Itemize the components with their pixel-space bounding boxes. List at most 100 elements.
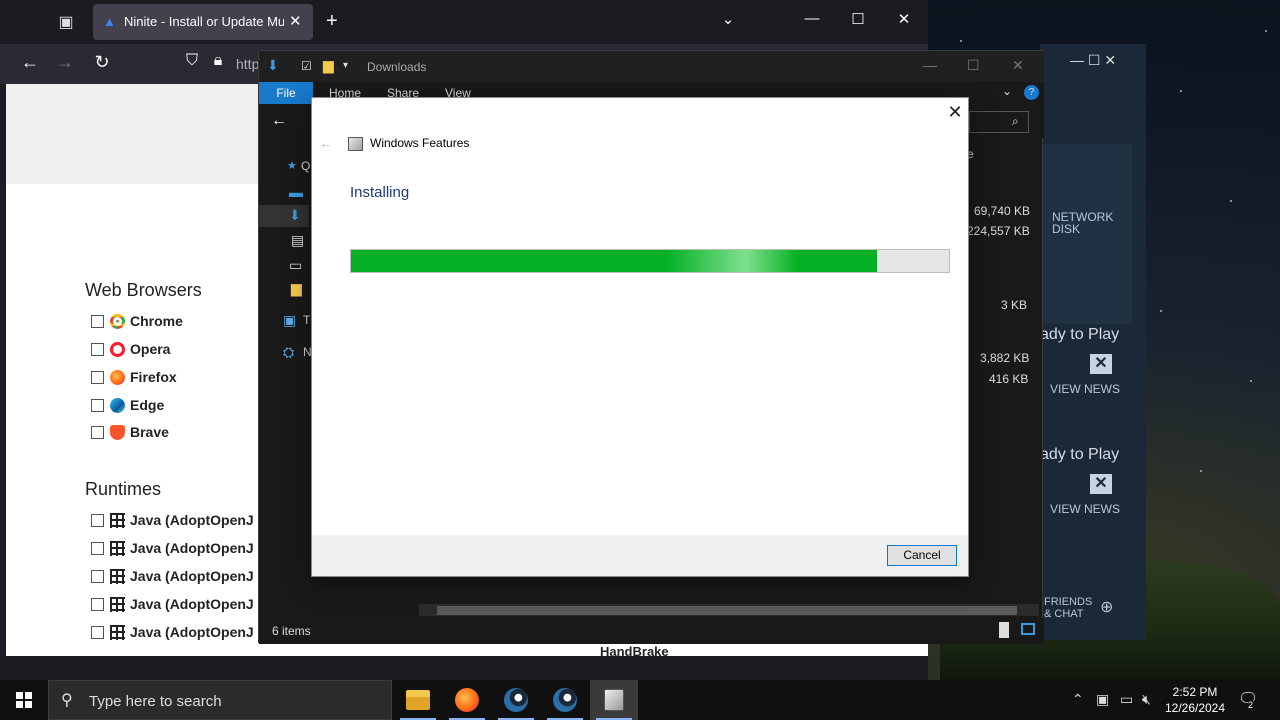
app-option-firefox[interactable]: Firefox: [91, 367, 261, 387]
tray-app-icon[interactable]: ▣: [1096, 691, 1109, 708]
checkbox[interactable]: [91, 569, 104, 583]
maximize-button[interactable]: ☐: [846, 10, 870, 28]
add-friend-icon[interactable]: ⊕: [1100, 597, 1113, 617]
taskbar-windows-features[interactable]: [590, 680, 638, 720]
steam-view-news-link[interactable]: VIEW NEWS: [1050, 382, 1120, 396]
download-arrow-icon: ⬇: [267, 57, 279, 73]
steam-friends-label[interactable]: FRIENDS: [1044, 596, 1092, 608]
checkbox[interactable]: [91, 314, 104, 328]
sidebar-this-pc[interactable]: T: [303, 313, 310, 327]
show-hidden-icons-icon[interactable]: ⌃: [1072, 691, 1084, 708]
taskbar-firefox[interactable]: [443, 680, 491, 720]
taskbar-search-input[interactable]: ⚲ Type here to search: [48, 680, 392, 720]
tab-bar: ▣ ▲ Ninite - Install or Update Multip ✕ …: [0, 0, 928, 44]
tab-overflow-icon[interactable]: ⌄: [716, 10, 740, 28]
steam-window-controls[interactable]: — ☐ ✕: [1070, 52, 1116, 69]
clock-time: 2:52 PM: [1172, 685, 1218, 699]
app-option-handbrake[interactable]: HandBrake: [600, 644, 669, 659]
details-view-icon[interactable]: [999, 622, 1009, 638]
steam-view-news-link-2[interactable]: VIEW NEWS: [1050, 502, 1120, 516]
app-option-java-2[interactable]: Java (AdoptOpenJ: [91, 538, 261, 558]
forward-arrow-icon[interactable]: →: [53, 52, 77, 73]
dialog-close-icon[interactable]: ✕: [945, 102, 965, 123]
url-bar[interactable]: http: [236, 56, 259, 72]
clock[interactable]: 2:52 PM 12/26/2024: [1156, 684, 1234, 716]
checkbox[interactable]: [91, 541, 104, 555]
this-pc-icon[interactable]: ▣: [283, 312, 296, 329]
app-option-brave[interactable]: Brave: [91, 422, 261, 442]
checkbox[interactable]: [91, 597, 104, 611]
horizontal-scrollbar[interactable]: [419, 604, 1039, 616]
explorer-maximize-button[interactable]: ☐: [967, 57, 980, 74]
app-option-java-5[interactable]: Java (AdoptOpenJ: [91, 622, 261, 642]
brave-icon: [110, 424, 125, 440]
tab-close-icon[interactable]: ✕: [289, 12, 302, 30]
checkbox[interactable]: [91, 513, 104, 527]
steam-dismiss-button-2[interactable]: ✕: [1090, 474, 1112, 494]
app-option-edge[interactable]: Edge: [91, 395, 261, 415]
shield-icon[interactable]: ⛉: [180, 52, 204, 70]
file-explorer-icon: [406, 690, 430, 710]
folder-icon[interactable]: ▆: [291, 280, 302, 297]
ninite-page: Web Browsers Chrome Opera Firefox Edge B…: [6, 84, 258, 656]
ninite-favicon-icon: ▲: [103, 14, 116, 29]
app-option-opera[interactable]: Opera: [91, 339, 261, 359]
tab-ninite[interactable]: ▲ Ninite - Install or Update Multip ✕: [93, 4, 313, 40]
scrollbar-thumb[interactable]: [437, 606, 1017, 615]
large-icons-view-icon[interactable]: [1021, 623, 1035, 635]
checkbox[interactable]: [91, 342, 104, 356]
java-icon: [110, 596, 125, 612]
app-option-java-4[interactable]: Java (AdoptOpenJ: [91, 594, 261, 614]
windows-features-icon: [348, 137, 363, 151]
checkbox[interactable]: [91, 370, 104, 384]
explorer-back-icon[interactable]: ←: [271, 112, 287, 130]
explorer-minimize-button[interactable]: —: [923, 57, 937, 73]
steam-dismiss-button[interactable]: ✕: [1090, 354, 1112, 374]
start-button[interactable]: [0, 680, 48, 720]
desktop-icon[interactable]: ▬: [289, 184, 303, 200]
app-option-chrome[interactable]: Chrome: [91, 311, 261, 331]
explorer-search-input[interactable]: ⌕: [969, 111, 1029, 133]
windows-features-icon: [604, 689, 624, 711]
steam-disk-label: DISK: [1052, 222, 1081, 236]
lock-icon[interactable]: 🔒︎: [206, 52, 230, 70]
quick-access-star-icon[interactable]: ★: [287, 159, 297, 172]
steam-icon: [553, 688, 577, 712]
new-folder-icon[interactable]: ▆: [323, 57, 334, 74]
taskbar-steam-2[interactable]: [541, 680, 589, 720]
network-icon[interactable]: ▭: [1120, 691, 1133, 708]
pictures-icon[interactable]: ▭: [289, 257, 302, 274]
network-icon[interactable]: ⛭: [283, 344, 294, 361]
search-icon: ⚲: [61, 692, 73, 709]
app-option-java-3[interactable]: Java (AdoptOpenJ: [91, 566, 261, 586]
properties-icon[interactable]: ☑: [301, 59, 312, 73]
checkbox[interactable]: [91, 625, 104, 639]
steam-chat-label[interactable]: & CHAT: [1044, 608, 1084, 620]
minimize-button[interactable]: —: [800, 10, 824, 27]
file-size: 224,557 KB: [967, 224, 1030, 238]
back-arrow-icon[interactable]: ←: [18, 52, 42, 73]
taskbar-steam[interactable]: [492, 680, 540, 720]
cancel-button[interactable]: Cancel: [887, 545, 957, 566]
volume-muted-icon[interactable]: 🔇︎: [1142, 691, 1151, 708]
tab-list-icon[interactable]: ▣: [55, 12, 77, 32]
windows-features-dialog: ✕ ← Windows Features Installing Cancel: [311, 97, 969, 577]
sidebar-item-downloads[interactable]: ⬇: [259, 205, 309, 227]
reload-icon[interactable]: ↻: [90, 52, 114, 73]
taskbar-file-explorer[interactable]: [394, 680, 442, 720]
explorer-close-button[interactable]: ✕: [1012, 57, 1024, 74]
help-icon[interactable]: ?: [1024, 85, 1039, 100]
new-tab-button[interactable]: +: [326, 10, 338, 33]
quick-access-dropdown-icon[interactable]: ▾: [343, 60, 348, 71]
app-option-java-1[interactable]: Java (AdoptOpenJ: [91, 510, 261, 530]
ribbon-tab-file[interactable]: File: [259, 82, 313, 104]
checkbox[interactable]: [91, 425, 104, 439]
documents-icon[interactable]: ▤: [291, 232, 304, 249]
explorer-title: Downloads: [367, 60, 427, 74]
file-size: 69,740 KB: [974, 204, 1031, 218]
close-button[interactable]: ✕: [892, 10, 916, 28]
checkbox[interactable]: [91, 398, 104, 412]
downloads-icon: ⬇: [289, 207, 301, 223]
ribbon-expand-icon[interactable]: ⌄: [1002, 84, 1012, 98]
sidebar-quick-access[interactable]: Q: [301, 159, 310, 173]
